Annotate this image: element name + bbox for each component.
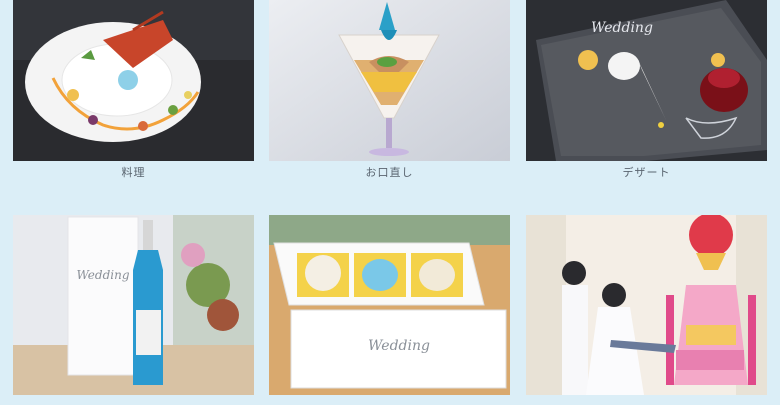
gallery-card-dish[interactable]: 料理 — [13, 0, 254, 180]
dessert-wedding-text: Wedding — [591, 20, 653, 36]
caption-dish: 料理 — [121, 166, 146, 179]
caption-dessert: デザート — [622, 166, 671, 179]
drink-card-wedding-text: Wedding — [76, 268, 129, 282]
sweets-box-photo[interactable]: Wedding — [269, 215, 510, 395]
sweets-box-wedding-text: Wedding — [368, 338, 430, 354]
photo-gallery: 料理 お口直し Wedding デザート Wedding Wedding — [0, 0, 780, 405]
dessert-photo[interactable]: Wedding — [526, 0, 767, 161]
gallery-card-palate-cleanser[interactable]: お口直し — [269, 0, 510, 180]
gallery-card-wedding-cake[interactable] — [526, 215, 767, 395]
dish-photo[interactable] — [13, 0, 254, 161]
gallery-card-sweets-box[interactable]: Wedding — [269, 215, 510, 395]
palate-cleanser-photo[interactable] — [269, 0, 510, 161]
gallery-card-drink[interactable]: Wedding — [13, 215, 254, 395]
drink-photo[interactable]: Wedding — [13, 215, 254, 395]
wedding-cake-photo[interactable] — [526, 215, 767, 395]
gallery-card-dessert[interactable]: Wedding デザート — [526, 0, 767, 180]
caption-palate-cleanser: お口直し — [365, 166, 414, 179]
